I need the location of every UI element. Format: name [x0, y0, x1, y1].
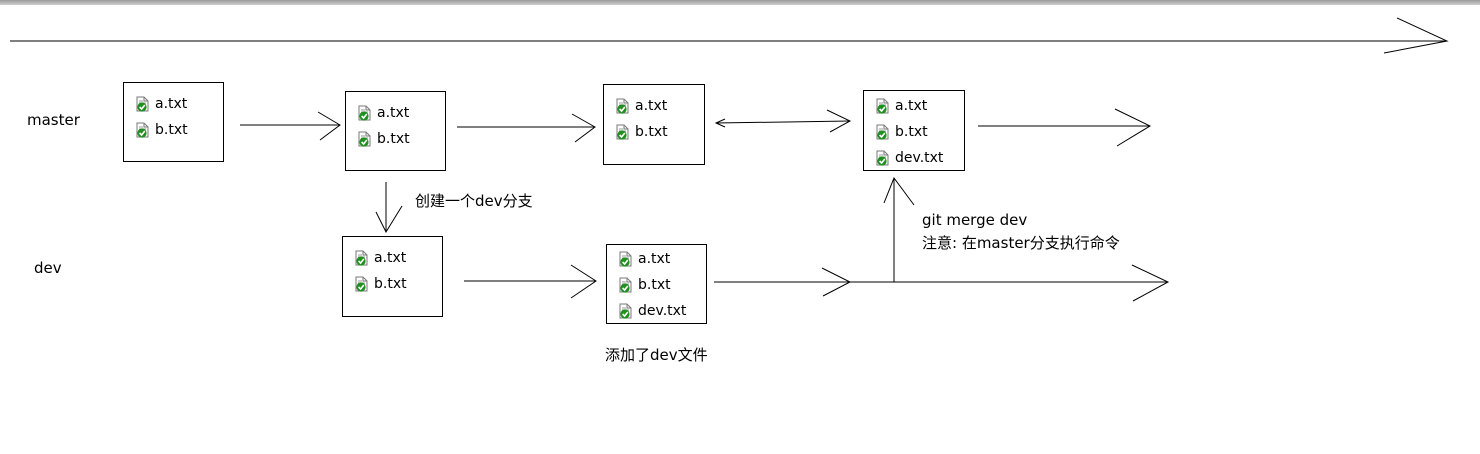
checked-file-icon — [358, 105, 371, 121]
checked-file-icon — [616, 98, 629, 114]
commit-box-master-3: a.txt b.txt — [603, 84, 705, 165]
file-item: a.txt — [619, 246, 706, 272]
branch-label-dev: dev — [34, 259, 62, 277]
file-item: a.txt — [355, 245, 442, 271]
arrow-dev-1-2 — [464, 264, 597, 299]
arrow-master-1-2 — [240, 111, 341, 141]
checked-file-icon — [876, 98, 889, 114]
arrow-create-dev-branch — [375, 182, 403, 234]
file-item: b.txt — [358, 126, 445, 152]
file-item: a.txt — [876, 93, 964, 119]
commit-box-master-4: a.txt b.txt dev.txt — [863, 90, 965, 171]
file-item: b.txt — [876, 119, 964, 145]
checked-file-icon — [355, 250, 368, 266]
file-item: a.txt — [358, 100, 445, 126]
diagram-arrows — [10, 17, 1449, 302]
annotation-merge-command: git merge dev — [922, 211, 1028, 229]
arrow-merge-dev — [883, 176, 915, 282]
annotation-create-branch: 创建一个dev分支 — [415, 192, 533, 210]
branch-label-master: master — [27, 111, 80, 129]
file-item: b.txt — [619, 272, 706, 298]
file-item: a.txt — [616, 93, 704, 119]
arrow-master-continue — [978, 108, 1152, 147]
checked-file-icon — [616, 124, 629, 140]
arrow-master-3-4 — [714, 109, 852, 133]
file-item: b.txt — [355, 271, 442, 297]
timeline-arrow — [10, 17, 1449, 54]
checked-file-icon — [619, 303, 632, 319]
commit-box-dev-2: a.txt b.txt dev.txt — [606, 244, 707, 324]
checked-file-icon — [355, 276, 368, 292]
file-item: dev.txt — [876, 145, 964, 171]
arrow-master-2-3 — [457, 113, 596, 143]
commit-box-master-2: a.txt b.txt — [345, 91, 446, 171]
arrow-dev-continue — [714, 264, 1170, 302]
file-item: b.txt — [616, 119, 704, 145]
checked-file-icon — [619, 251, 632, 267]
annotation-merge-note: 注意: 在master分支执行命令 — [922, 234, 1120, 252]
annotation-added-file: 添加了dev文件 — [605, 346, 708, 364]
checked-file-icon — [876, 124, 889, 140]
checked-file-icon — [876, 150, 889, 166]
file-item: a.txt — [136, 91, 223, 117]
checked-file-icon — [136, 122, 149, 138]
checked-file-icon — [619, 277, 632, 293]
checked-file-icon — [136, 96, 149, 112]
commit-box-master-1: a.txt b.txt — [123, 82, 224, 162]
checked-file-icon — [358, 131, 371, 147]
commit-box-dev-1: a.txt b.txt — [342, 236, 443, 317]
file-item: b.txt — [136, 117, 223, 143]
file-item: dev.txt — [619, 298, 706, 324]
